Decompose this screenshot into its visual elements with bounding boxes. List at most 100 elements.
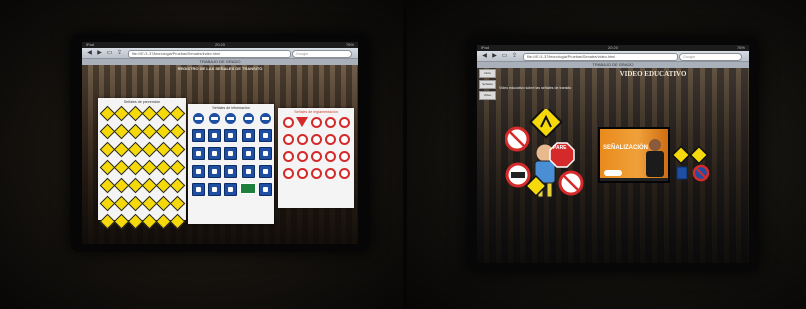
info-sign-icon[interactable] [224, 147, 237, 160]
left-photo: iPad 20:20 76% ◀ ▶ ▭ ⇪ file:///E:/1-37/t… [0, 0, 403, 309]
bookmarks-icon[interactable]: ▭ [105, 49, 114, 57]
regulation-sign-icon[interactable] [338, 134, 350, 145]
address-bar[interactable]: file:///E:/1-37/tecnologia/Pruebas/Senal… [128, 50, 291, 58]
info-sign-icon[interactable] [259, 165, 272, 178]
info-sign-icon [676, 166, 688, 180]
back-icon[interactable]: ◀ [480, 52, 489, 60]
yield-sign-icon[interactable] [296, 117, 308, 127]
info-sign-icon[interactable] [225, 113, 236, 124]
info-sign-icon[interactable] [192, 183, 205, 196]
nav-item-inicio[interactable]: Inicio [479, 69, 496, 78]
direction-sign-icon[interactable] [240, 183, 256, 194]
regulation-sign-icon[interactable] [310, 151, 322, 162]
right-photo: iPad 20:20 76% ◀ ▶ ▭ ⇪ file:///E:/1-37/t… [407, 0, 806, 309]
warning-sign-icon[interactable] [169, 213, 186, 230]
warning-sign-icon[interactable] [169, 177, 186, 194]
bookmarks-icon[interactable]: ▭ [500, 52, 509, 60]
panel-title: Señales de información [212, 106, 250, 110]
video-player[interactable]: SEÑALIZACIÓN [598, 127, 670, 183]
nav-item-senales[interactable]: Señales [479, 80, 496, 89]
info-sign-icon[interactable] [208, 183, 221, 196]
regulation-sign-icon[interactable] [310, 117, 322, 128]
side-nav: Inicio Señales Video [479, 69, 496, 102]
forward-icon[interactable]: ▶ [95, 49, 104, 57]
regulation-sign-icon[interactable] [282, 168, 294, 179]
panel-prevention: Señales de prevención [98, 98, 186, 230]
video-progress-bar[interactable] [600, 178, 668, 181]
share-icon[interactable]: ⇪ [115, 49, 124, 57]
warning-sign-icon [689, 145, 709, 165]
info-sign-icon[interactable] [193, 113, 204, 124]
tablet-screen: iPad 20:20 76% ◀ ▶ ▭ ⇪ file:///E:/1-37/t… [477, 45, 749, 263]
search-input[interactable]: Google [679, 53, 742, 61]
info-sign-icon[interactable] [242, 113, 254, 124]
no-parking-sign-icon [692, 164, 710, 182]
prohibition-sign-icon [558, 170, 584, 196]
page-heading: REGISTRO DE LAS SEÑALES DE TRANSITO [177, 66, 263, 71]
info-sign-icon[interactable] [241, 147, 255, 160]
traffic-signs-cluster [671, 145, 710, 182]
traffic-signs-cartoon [505, 109, 584, 198]
regulation-sign-icon[interactable] [296, 168, 308, 179]
address-bar[interactable]: file:///E:/1-37/tecnologia/Pruebas/Senal… [523, 53, 678, 61]
info-sign-icon[interactable] [259, 183, 272, 196]
no-entry-sign-icon [505, 162, 531, 188]
page-subtitle: Video educativo sobre las señales de tra… [499, 86, 572, 90]
browser-toolbar: ◀ ▶ ▭ ⇪ file:///E:/1-37/tecnologia/Prueb… [82, 48, 358, 59]
info-sign-icon[interactable] [260, 113, 271, 124]
panel-information: Señales de información [188, 104, 274, 224]
nav-item-video[interactable]: Video [479, 91, 496, 100]
warning-sign-icon[interactable] [169, 123, 186, 140]
regulation-sign-icon[interactable] [282, 134, 294, 145]
regulation-sign-icon[interactable] [324, 117, 336, 128]
search-input[interactable]: Google [292, 50, 352, 58]
info-sign-icon[interactable] [208, 129, 221, 142]
regulation-sign-icon[interactable] [282, 151, 294, 162]
warning-sign-icon[interactable] [169, 105, 186, 122]
regulation-sign-icon[interactable] [282, 117, 294, 128]
regulation-sign-icon[interactable] [310, 168, 322, 179]
info-sign-icon[interactable] [241, 165, 255, 178]
info-sign-icon[interactable] [192, 129, 205, 142]
video-title: SEÑALIZACIÓN [603, 145, 648, 151]
warning-sign-icon[interactable] [169, 195, 186, 212]
tablet-right: iPad 20:20 76% ◀ ▶ ▭ ⇪ file:///E:/1-37/t… [467, 36, 759, 272]
stop-sign-label: PARE [553, 145, 567, 151]
share-icon[interactable]: ⇪ [510, 52, 519, 60]
warning-sign-icon [529, 109, 563, 139]
page-heading: VIDEO EDUCATIVO [619, 70, 687, 78]
regulation-sign-icon[interactable] [338, 168, 350, 179]
back-icon[interactable]: ◀ [85, 49, 94, 57]
regulation-sign-icon[interactable] [296, 134, 308, 145]
panel-regulation: Señales de reglamentación [278, 108, 354, 208]
info-sign-icon[interactable] [208, 165, 221, 178]
information-sign-grid [188, 112, 274, 197]
tablet-screen: iPad 20:20 76% ◀ ▶ ▭ ⇪ file:///E:/1-37/t… [82, 42, 358, 244]
info-sign-icon[interactable] [259, 129, 272, 142]
regulation-sign-icon[interactable] [310, 134, 322, 145]
info-sign-icon[interactable] [224, 129, 237, 142]
prevention-sign-grid [98, 105, 186, 230]
regulation-sign-icon[interactable] [338, 117, 350, 128]
forward-icon[interactable]: ▶ [490, 52, 499, 60]
info-sign-icon[interactable] [224, 165, 237, 178]
regulation-sign-icon[interactable] [296, 151, 308, 162]
info-sign-icon[interactable] [241, 129, 255, 142]
panel-title: Señales de reglamentación [294, 110, 338, 114]
presenter-figure [646, 139, 664, 177]
warning-sign-icon[interactable] [169, 159, 186, 176]
info-sign-icon[interactable] [192, 165, 205, 178]
info-sign-icon[interactable] [192, 147, 205, 160]
info-sign-icon[interactable] [209, 113, 220, 124]
regulation-sign-icon[interactable] [338, 151, 350, 162]
info-sign-icon[interactable] [208, 147, 221, 160]
regulation-sign-icon[interactable] [324, 151, 336, 162]
regulation-sign-icon[interactable] [324, 168, 336, 179]
info-sign-icon[interactable] [259, 147, 272, 160]
regulation-sign-grid [278, 116, 354, 180]
regulation-sign-icon[interactable] [324, 134, 336, 145]
channel-logo [604, 170, 622, 176]
warning-sign-icon[interactable] [169, 141, 186, 158]
warning-sign-icon [671, 145, 691, 165]
info-sign-icon[interactable] [224, 183, 237, 196]
